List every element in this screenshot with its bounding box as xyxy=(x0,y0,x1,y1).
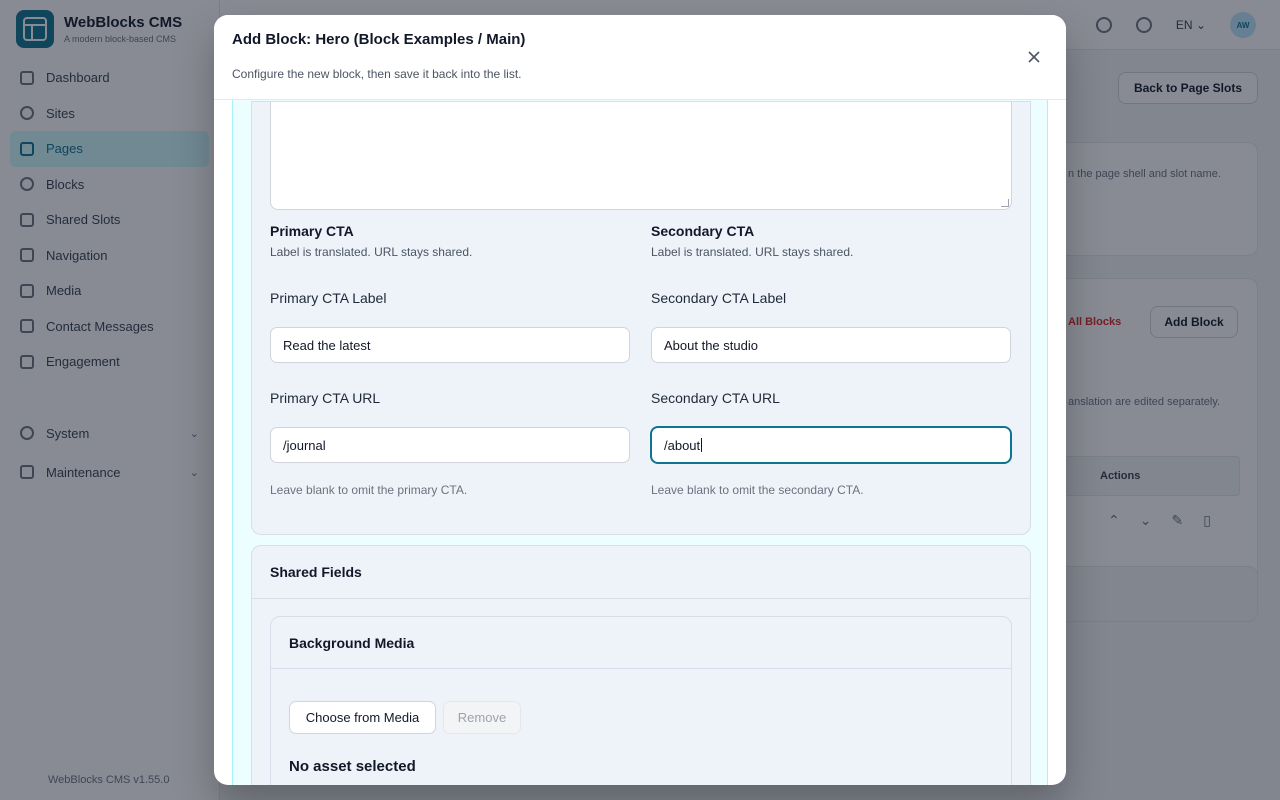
choose-from-media-button[interactable]: Choose from Media xyxy=(289,701,436,734)
close-icon[interactable] xyxy=(1024,47,1044,67)
primary-cta-title: Primary CTA xyxy=(270,223,354,239)
secondary-cta-label-input[interactable]: About the studio xyxy=(651,327,1011,363)
primary-cta-label-input[interactable]: Read the latest xyxy=(270,327,630,363)
modal-header: Add Block: Hero (Block Examples / Main) … xyxy=(214,15,1066,100)
add-block-modal: Add Block: Hero (Block Examples / Main) … xyxy=(214,15,1066,785)
divider xyxy=(271,668,1011,669)
primary-cta-label-value: Read the latest xyxy=(283,337,371,353)
modal-title: Add Block: Hero (Block Examples / Main) xyxy=(232,31,526,48)
secondary-cta-url-input[interactable]: /about xyxy=(651,427,1011,463)
secondary-cta-title: Secondary CTA xyxy=(651,223,755,239)
shared-fields-card: Shared Fields Background Media Choose fr… xyxy=(251,545,1031,785)
primary-cta-blank-hint: Leave blank to omit the primary CTA. xyxy=(270,483,468,497)
text-caret xyxy=(701,438,703,452)
background-media-card: Background Media Choose from Media Remov… xyxy=(270,616,1012,785)
primary-cta-hint: Label is translated. URL stays shared. xyxy=(270,245,473,259)
no-asset-status: No asset selected xyxy=(289,758,416,775)
secondary-cta-url-value: /about xyxy=(664,437,701,453)
primary-cta-url-input[interactable]: /journal xyxy=(270,427,630,463)
background-media-title: Background Media xyxy=(289,635,415,651)
shared-fields-title: Shared Fields xyxy=(270,564,362,580)
primary-cta-url-label: Primary CTA URL xyxy=(270,390,381,406)
secondary-cta-hint: Label is translated. URL stays shared. xyxy=(651,245,854,259)
modal-body[interactable]: Primary CTA Label is translated. URL sta… xyxy=(214,100,1066,785)
secondary-cta-label-label: Secondary CTA Label xyxy=(651,290,787,306)
resize-handle[interactable] xyxy=(1001,199,1009,207)
secondary-cta-blank-hint: Leave blank to omit the secondary CTA. xyxy=(651,483,864,497)
translated-fields-card: Primary CTA Label is translated. URL sta… xyxy=(251,101,1031,535)
modal-subtitle: Configure the new block, then save it ba… xyxy=(232,67,522,81)
translation-panel: Primary CTA Label is translated. URL sta… xyxy=(232,100,1048,785)
secondary-cta-url-label: Secondary CTA URL xyxy=(651,390,780,406)
remove-media-button[interactable]: Remove xyxy=(443,701,521,734)
secondary-cta-label-value: About the studio xyxy=(664,337,758,353)
divider xyxy=(252,598,1030,599)
text-area[interactable] xyxy=(270,102,1012,210)
primary-cta-label-label: Primary CTA Label xyxy=(270,290,387,306)
primary-cta-url-value: /journal xyxy=(283,437,326,453)
